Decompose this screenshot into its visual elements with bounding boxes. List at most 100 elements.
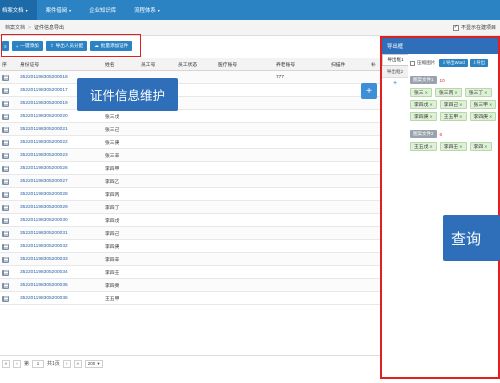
row-edit-icon[interactable] bbox=[2, 162, 9, 175]
person-chip[interactable]: 李四壬 ✕ bbox=[439, 142, 467, 151]
compress-checkbox[interactable] bbox=[410, 60, 415, 66]
close-icon[interactable]: ✕ bbox=[484, 144, 487, 149]
first-page-button[interactable]: « bbox=[2, 359, 10, 368]
row-edit-icon[interactable] bbox=[2, 175, 9, 188]
id-number-cell[interactable]: 352201198305200022 bbox=[20, 136, 68, 149]
person-chip[interactable]: 张三丁 ✕ bbox=[464, 88, 492, 97]
close-icon[interactable]: ✕ bbox=[459, 102, 462, 107]
col-header[interactable]: 序 bbox=[2, 58, 7, 71]
col-header[interactable]: 养老账号 bbox=[276, 58, 295, 71]
table-row[interactable]: 352201198305200034 李四壬 bbox=[0, 266, 380, 279]
group-label[interactable]: 图案文件2 bbox=[410, 130, 437, 138]
row-edit-icon[interactable] bbox=[2, 240, 9, 253]
row-edit-icon[interactable] bbox=[2, 292, 9, 305]
person-chip[interactable]: 李四己 ✕ bbox=[439, 100, 467, 109]
id-number-cell[interactable]: 352201198305200033 bbox=[20, 253, 68, 266]
row-edit-icon[interactable] bbox=[2, 201, 9, 214]
table-row[interactable]: 352201198305200027 李四乙 bbox=[0, 175, 380, 188]
id-number-cell[interactable]: 352201198305200019 bbox=[20, 97, 68, 110]
row-edit-icon[interactable] bbox=[2, 266, 9, 279]
row-edit-icon[interactable] bbox=[2, 227, 9, 240]
last-page-button[interactable]: » bbox=[73, 359, 82, 368]
table-row[interactable]: 352201198305200019张三丁 bbox=[0, 97, 380, 110]
row-edit-icon[interactable] bbox=[2, 123, 9, 136]
col-header[interactable]: 扫描件 bbox=[331, 58, 345, 71]
nav-item-knowledge[interactable]: 企业知识库 bbox=[80, 0, 125, 20]
id-number-cell[interactable]: 352201198305200030 bbox=[20, 214, 68, 227]
row-edit-icon[interactable] bbox=[2, 84, 9, 97]
row-edit-icon[interactable] bbox=[2, 110, 9, 123]
nav-item-process[interactable]: 流程体系 ▾ bbox=[125, 0, 169, 20]
tab-export-1[interactable]: 导出框1 bbox=[382, 54, 408, 66]
group-label[interactable]: 图案文件1 bbox=[410, 76, 437, 84]
person-chip[interactable]: 李四庚 ✕ bbox=[469, 112, 497, 121]
checkbox-checked-icon[interactable]: ✓ bbox=[452, 24, 459, 31]
row-edit-icon[interactable] bbox=[2, 71, 9, 84]
close-icon[interactable]: ✕ bbox=[489, 114, 492, 119]
table-row[interactable]: 352201198305200026 李四甲 bbox=[0, 162, 380, 175]
table-row[interactable]: 352201198305200031 李四己 bbox=[0, 227, 380, 240]
id-number-cell[interactable]: 352201198305200032 bbox=[20, 240, 68, 253]
table-row[interactable]: 352201198305200029 李四丁 bbox=[0, 201, 380, 214]
add-to-export-button[interactable]: + bbox=[361, 83, 377, 99]
person-chip[interactable]: 王五戊 ✕ bbox=[410, 142, 437, 151]
table-row[interactable]: 352201198305200035 李四癸 bbox=[0, 279, 380, 292]
row-edit-icon[interactable] bbox=[2, 214, 9, 227]
prev-page-button[interactable]: ‹ bbox=[13, 359, 21, 368]
page-input[interactable]: 1 bbox=[32, 359, 45, 368]
id-number-cell[interactable]: 352201198305200021 bbox=[20, 123, 68, 136]
person-chip[interactable]: 张三甲 ✕ bbox=[469, 100, 497, 109]
table-row[interactable]: 352201198305200032 李四庚 bbox=[0, 240, 380, 253]
row-edit-icon[interactable] bbox=[2, 136, 9, 149]
id-number-cell[interactable]: 352201198305200020 bbox=[20, 110, 68, 123]
export-other-button[interactable]: ⇩ 导出 bbox=[469, 59, 488, 67]
table-row[interactable]: 352201198305200020 张三戊 bbox=[0, 110, 380, 123]
id-number-cell[interactable]: 352201198305200028 bbox=[20, 188, 68, 201]
table-row[interactable]: 352201198305200033 李四辛 bbox=[0, 253, 380, 266]
close-icon[interactable]: ✕ bbox=[459, 114, 462, 119]
close-icon[interactable]: ✕ bbox=[429, 102, 432, 107]
col-header[interactable]: 姓名 bbox=[105, 58, 115, 71]
nav-item-archive[interactable]: 档案文档 ▾ bbox=[0, 0, 37, 20]
close-icon[interactable]: ✕ bbox=[425, 90, 428, 95]
close-icon[interactable]: ✕ bbox=[459, 144, 462, 149]
table-row[interactable]: 352201198305200022 张三庚 bbox=[0, 136, 380, 149]
col-header[interactable]: 补 bbox=[371, 58, 376, 71]
table-row[interactable]: 352201198305200028 李四丙 bbox=[0, 188, 380, 201]
add-tab-button[interactable]: + bbox=[382, 78, 408, 88]
person-chip[interactable]: 李四 ✕ bbox=[469, 142, 492, 151]
row-edit-icon[interactable] bbox=[2, 97, 9, 110]
table-row[interactable]: 352201198305200036 王五甲 bbox=[0, 292, 380, 305]
table-row[interactable]: 352201198305200030 李四戊 bbox=[0, 214, 380, 227]
close-icon[interactable]: ✕ bbox=[429, 144, 432, 149]
col-header[interactable]: 员工号 bbox=[141, 58, 155, 71]
page-size-select[interactable]: 200 ▾ bbox=[84, 359, 103, 368]
close-icon[interactable]: ✕ bbox=[484, 90, 487, 95]
table-row[interactable]: 352201198305200017 bbox=[0, 84, 380, 97]
person-chip[interactable]: 李四戊 ✕ bbox=[410, 100, 437, 109]
row-edit-icon[interactable] bbox=[2, 188, 9, 201]
close-icon[interactable]: ✕ bbox=[429, 114, 432, 119]
export-word-button[interactable]: ⇩ 导出Word bbox=[439, 59, 468, 67]
id-number-cell[interactable]: 352201198305200029 bbox=[20, 201, 68, 214]
id-number-cell[interactable]: 352201198305200023 bbox=[20, 149, 68, 162]
id-number-cell[interactable]: 352201198305200026 bbox=[20, 162, 68, 175]
id-number-cell[interactable]: 352201198305200027 bbox=[20, 175, 68, 188]
person-chip[interactable]: 李四庚 ✕ bbox=[410, 112, 437, 121]
close-icon[interactable]: ✕ bbox=[454, 90, 457, 95]
id-number-cell[interactable]: 352201198305200035 bbox=[20, 279, 68, 292]
id-number-cell[interactable]: 352201198305200036 bbox=[20, 292, 68, 305]
col-header[interactable]: 员工状态 bbox=[178, 58, 197, 71]
id-number-cell[interactable]: 352201198305200017 bbox=[20, 84, 68, 97]
row-edit-icon[interactable] bbox=[2, 279, 9, 292]
person-chip[interactable]: 王五甲 ✕ bbox=[439, 112, 467, 121]
table-row[interactable]: 352201198305200018 777 bbox=[0, 71, 380, 84]
person-chip[interactable]: 张三 ✕ bbox=[410, 88, 432, 97]
hide-projects-option[interactable]: ✓ 不显示在建项目 bbox=[452, 24, 496, 31]
row-edit-icon[interactable] bbox=[2, 253, 9, 266]
tab-export-2[interactable]: 导出框2 bbox=[382, 66, 408, 78]
table-row[interactable]: 352201198305200023 张三辛 bbox=[0, 149, 380, 162]
close-icon[interactable]: ✕ bbox=[489, 102, 492, 107]
person-chip[interactable]: 张三丙 ✕ bbox=[434, 88, 462, 97]
id-number-cell[interactable]: 352201198305200018 bbox=[20, 71, 68, 84]
